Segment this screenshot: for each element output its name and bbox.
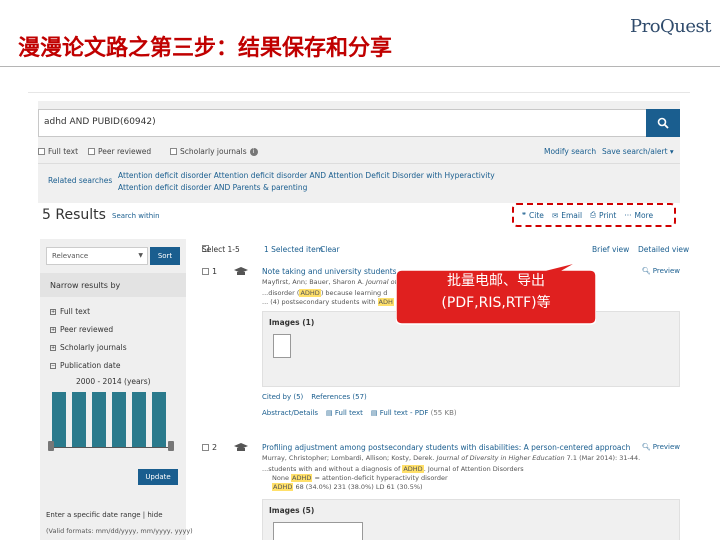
fulltext-links: Abstract/Details ▤ Full text ▤ Full text… [262, 409, 457, 417]
update-button[interactable]: Update [138, 469, 178, 485]
sidebar: Relevance ▼ Sort Narrow results by + Full … [40, 239, 193, 540]
images-label: Images (1) [269, 318, 315, 327]
selected-items-link[interactable]: 1 Selected item [264, 245, 323, 254]
images-label: Images (5) [269, 506, 315, 515]
checkbox-icon [38, 148, 45, 155]
callout-line-1: 批量电邮、导出 [447, 273, 545, 289]
result-checkbox[interactable]: 1 [202, 267, 217, 276]
brief-view-link[interactable]: Brief view [592, 245, 629, 254]
filters-row: Full text Peer reviewed Scholarly journa… [38, 147, 680, 161]
modify-search-link[interactable]: Modify search [544, 147, 596, 156]
checkbox-icon [202, 444, 209, 451]
image-thumbnail[interactable] [273, 522, 363, 540]
magnifier-icon: 🔍︎ [641, 443, 651, 451]
search-icon [657, 117, 669, 129]
logo-text: ProQuest [630, 16, 712, 37]
result-snippet: ADHD 68 (34.0%) 231 (38.0%) LD 61 (30.5%… [272, 483, 423, 491]
scholarly-journal-icon [234, 267, 248, 275]
filter-peer-reviewed[interactable]: Peer reviewed [88, 147, 151, 156]
date-range-link[interactable]: Enter a specific date range | hide [46, 511, 163, 519]
slide-title: 漫漫论文路之第三步：结果保存和分享 [18, 36, 393, 61]
histogram-bar [112, 391, 126, 447]
clear-link[interactable]: Clear [320, 245, 340, 254]
expand-icon: + [50, 344, 56, 351]
proquest-logo: ProQuest [630, 16, 712, 48]
facet-peer-reviewed[interactable]: + Peer reviewed [50, 325, 113, 334]
detailed-view-link[interactable]: Detailed view [638, 245, 689, 254]
image-thumbnail[interactable] [273, 334, 291, 358]
scholarly-journal-icon [234, 443, 248, 451]
result-title-link[interactable]: Profiling adjustment among postsecondary… [262, 443, 640, 452]
citation-links: Cited by (5) References (57) [262, 393, 367, 401]
related-searches: Related searches Attention deficit disor… [38, 163, 680, 199]
expand-icon: + [50, 308, 56, 315]
related-search-link[interactable]: Attention deficit disorder Attention def… [118, 170, 495, 182]
chevron-down-icon: ▼ [138, 252, 143, 259]
abstract-details-link[interactable]: Abstract/Details [262, 409, 318, 417]
histogram-bar [132, 391, 146, 447]
search-within-link[interactable]: Search within [112, 212, 160, 220]
checkbox-icon [202, 268, 209, 275]
results-count: 5 Results [42, 207, 106, 223]
histogram-bar [52, 391, 66, 447]
preview-link[interactable]: 🔍︎ Preview [642, 267, 680, 275]
result-item: 2 Profiling adjustment among postseconda… [202, 443, 680, 540]
result-title-link[interactable]: Note taking and university students with [262, 267, 396, 276]
date-format-hint: (Valid formats: mm/dd/yyyy, mm/yyyy, yyy… [46, 527, 193, 535]
expand-icon: + [50, 326, 56, 333]
result-snippet: ... (4) postsecondary students with ADH [262, 298, 394, 306]
result-checkbox[interactable]: 2 [202, 443, 217, 452]
images-panel: Images (5) [262, 499, 680, 540]
facet-publication-date[interactable]: − Publication date [50, 361, 120, 370]
facet-full-text[interactable]: + Full text [50, 307, 90, 316]
result-authors: Murray, Christopher; Lombardi, Allison; … [262, 454, 640, 462]
histogram-axis [50, 447, 174, 448]
sort-select[interactable]: Relevance ▼ [46, 247, 148, 265]
result-authors: Mayfirst, Ann; Bauer, Sharon A. Journal … [262, 278, 396, 286]
narrow-results-heading: Narrow results by [40, 273, 186, 297]
magnifier-icon: 🔍︎ [641, 267, 651, 275]
title-divider [0, 66, 720, 67]
histogram-bar [92, 391, 106, 447]
actions-highlight [512, 203, 676, 227]
date-range-label: 2000 - 2014 (years) [76, 377, 151, 386]
histogram-bar [152, 391, 166, 447]
facet-scholarly-journals[interactable]: + Scholarly journals [50, 343, 127, 352]
full-text-link[interactable]: ▤ Full text [326, 409, 363, 417]
info-icon: i [249, 147, 258, 156]
pdf-icon: ▤ [370, 409, 378, 417]
collapse-icon: − [50, 362, 56, 369]
search-button[interactable] [646, 109, 680, 137]
cited-by-link[interactable]: Cited by (5) [262, 393, 303, 401]
result-snippet: None ADHD = attention-deficit hyperactiv… [272, 474, 448, 482]
checkbox-icon [170, 148, 177, 155]
date-histogram [50, 389, 174, 447]
search-input[interactable]: adhd AND PUBID(60942) [38, 109, 650, 137]
sort-button[interactable]: Sort [150, 247, 180, 265]
histogram-bar [72, 391, 86, 447]
save-search-link[interactable]: Save search/alert ▾ [602, 147, 674, 156]
full-text-pdf-link[interactable]: ▤ Full text - PDF (55 KB) [371, 409, 457, 417]
callout-text: 批量电邮、导出 (PDF,RIS,RTF)等 [396, 270, 596, 314]
filter-full-text[interactable]: Full text [38, 147, 78, 156]
filter-scholarly-journals[interactable]: Scholarly journals i [170, 147, 258, 156]
range-slider-handle-end[interactable] [168, 441, 174, 451]
checkbox-icon [88, 148, 95, 155]
result-snippet: ...disorder (ADHD) because learning d [262, 289, 388, 297]
range-slider-handle-start[interactable] [48, 441, 54, 451]
preview-link[interactable]: 🔍︎ Preview [642, 443, 680, 451]
results-toolbar: Select 1-5 1 Selected item Clear Brief v… [202, 245, 690, 254]
related-search-link[interactable]: Attention deficit disorder AND Parents &… [118, 182, 495, 194]
references-link[interactable]: References (57) [311, 393, 367, 401]
related-searches-label: Related searches [48, 176, 113, 185]
callout-bubble: 批量电邮、导出 (PDF,RIS,RTF)等 [396, 262, 596, 325]
document-icon: ▤ [326, 409, 333, 417]
result-snippet: ...students with and without a diagnosis… [262, 465, 524, 473]
callout-line-2: (PDF,RIS,RTF)等 [441, 295, 551, 311]
search-panel: adhd AND PUBID(60942) Full text Peer rev… [38, 101, 680, 203]
